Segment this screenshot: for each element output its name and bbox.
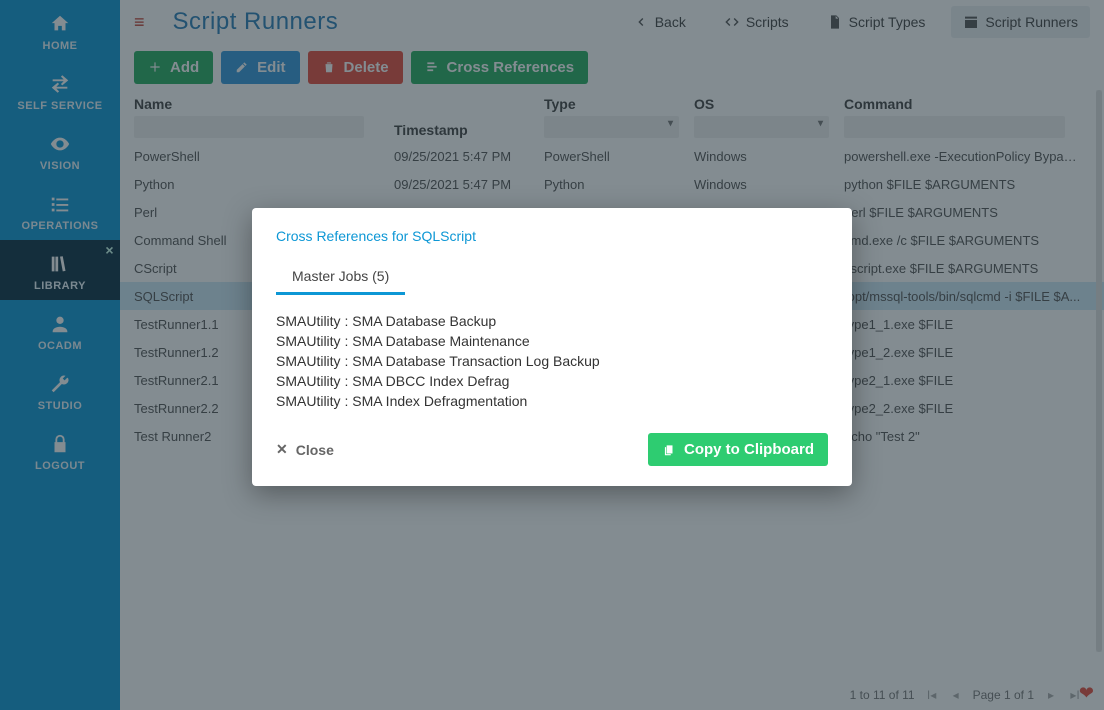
- reference-item: SMAUtility : SMA DBCC Index Defrag: [276, 371, 828, 391]
- reference-item: SMAUtility : SMA Database Maintenance: [276, 331, 828, 351]
- reference-item: SMAUtility : SMA Database Backup: [276, 311, 828, 331]
- cross-references-dialog: Cross References for SQLScript Master Jo…: [252, 208, 852, 486]
- button-label: Close: [296, 442, 334, 458]
- button-label: Copy to Clipboard: [684, 441, 814, 458]
- reference-list: SMAUtility : SMA Database BackupSMAUtili…: [276, 305, 828, 425]
- close-button[interactable]: ✕ Close: [276, 441, 334, 458]
- dialog-tab-master-jobs[interactable]: Master Jobs (5): [276, 258, 405, 295]
- modal-overlay[interactable]: Cross References for SQLScript Master Jo…: [0, 0, 1104, 710]
- dialog-title: Cross References for SQLScript: [276, 228, 828, 244]
- copy-to-clipboard-button[interactable]: Copy to Clipboard: [648, 433, 828, 466]
- reference-item: SMAUtility : SMA Database Transaction Lo…: [276, 351, 828, 371]
- reference-item: SMAUtility : SMA Index Defragmentation: [276, 391, 828, 411]
- close-icon: ✕: [276, 441, 288, 458]
